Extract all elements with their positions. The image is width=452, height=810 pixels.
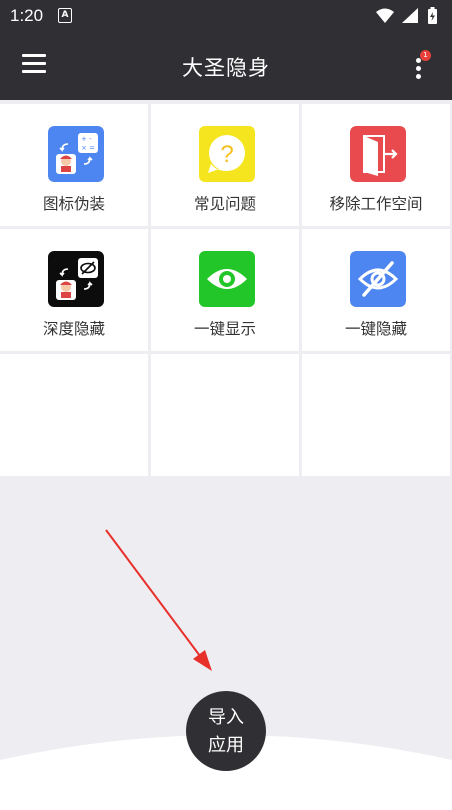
annotation-arrow bbox=[105, 529, 212, 671]
import-app-label-line1: 导入 bbox=[208, 707, 244, 728]
import-app-button[interactable]: 导入 应用 bbox=[186, 691, 266, 771]
import-app-label-line2: 应用 bbox=[208, 735, 244, 756]
